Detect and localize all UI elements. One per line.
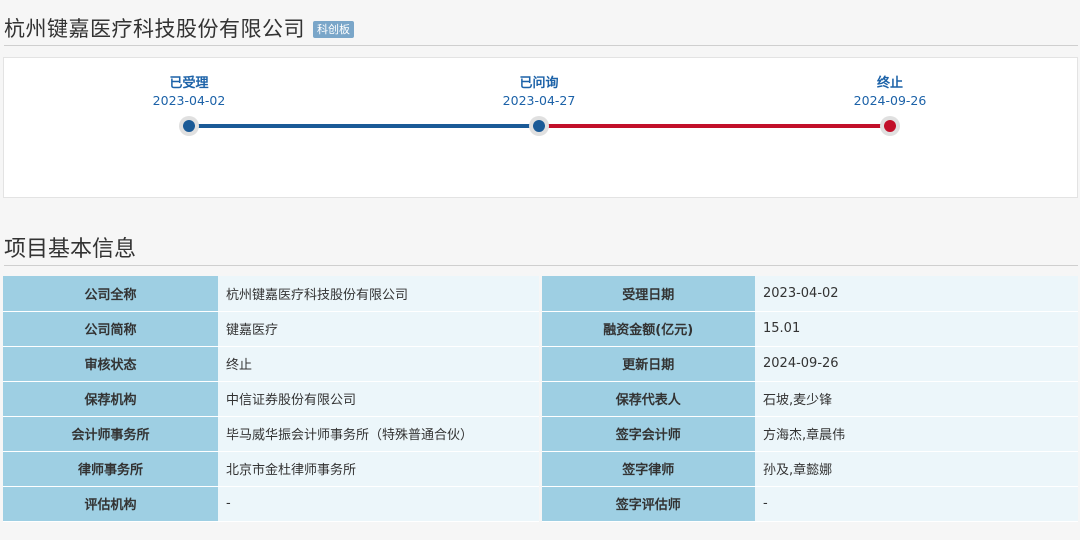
label-cell: 审核状态 [3, 346, 218, 382]
label-cell: 评估机构 [3, 486, 218, 522]
value-cell: 15.01 [755, 311, 1078, 347]
page: 杭州键嘉医疗科技股份有限公司 科创板 已受理 2023-04-02 已问询 20… [0, 0, 1080, 540]
table-row: 公司全称 杭州键嘉医疗科技股份有限公司 受理日期 2023-04-02 [3, 276, 1078, 312]
value-cell: - [218, 486, 542, 522]
table-row: 律师事务所 北京市金杜律师事务所 签字律师 孙及,章懿娜 [3, 451, 1078, 487]
table-row: 公司简称 键嘉医疗 融资金额(亿元) 15.01 [3, 311, 1078, 347]
label-cell: 会计师事务所 [3, 416, 218, 452]
title-row: 杭州键嘉医疗科技股份有限公司 科创板 [4, 10, 1078, 46]
timeline-track-completed [190, 124, 540, 128]
timeline-step-terminated: 终止 2024-09-26 [820, 75, 960, 109]
step-name: 已受理 [169, 76, 209, 91]
timeline-step-inquired: 已问询 2023-04-27 [469, 75, 609, 109]
label-cell: 公司简称 [3, 311, 218, 347]
table-row: 保荐机构 中信证券股份有限公司 保荐代表人 石坡,麦少锋 [3, 381, 1078, 417]
value-cell: 终止 [218, 346, 542, 382]
label-cell: 签字评估师 [540, 486, 755, 522]
step-date: 2023-04-27 [502, 93, 576, 108]
value-cell: 石坡,麦少锋 [755, 381, 1078, 417]
value-cell: 方海杰,章晨伟 [755, 416, 1078, 452]
label-cell: 签字律师 [540, 451, 755, 487]
section-title: 项目基本信息 [4, 236, 137, 262]
section-header: 项目基本信息 [4, 228, 1078, 266]
timeline-track-terminated [540, 124, 891, 128]
label-cell: 融资金额(亿元) [540, 311, 755, 347]
step-date: 2023-04-02 [152, 93, 226, 108]
value-cell: 2024-09-26 [755, 346, 1078, 382]
value-cell: - [755, 486, 1078, 522]
label-cell: 更新日期 [540, 346, 755, 382]
table-row: 审核状态 终止 更新日期 2024-09-26 [3, 346, 1078, 382]
timeline-node-accepted [179, 116, 199, 136]
board-badge: 科创板 [313, 20, 354, 38]
step-name: 终止 [876, 76, 903, 91]
label-cell: 公司全称 [3, 276, 218, 312]
label-cell: 保荐机构 [3, 381, 218, 417]
value-cell: 孙及,章懿娜 [755, 451, 1078, 487]
table-row: 会计师事务所 毕马威华振会计师事务所（特殊普通合伙） 签字会计师 方海杰,章晨伟 [3, 416, 1078, 452]
table-row: 评估机构 - 签字评估师 - [3, 486, 1078, 522]
value-cell: 北京市金杜律师事务所 [218, 451, 542, 487]
value-cell: 中信证券股份有限公司 [218, 381, 542, 417]
timeline-node-inquired [529, 116, 549, 136]
timeline-step-accepted: 已受理 2023-04-02 [119, 75, 259, 109]
label-cell: 受理日期 [540, 276, 755, 312]
progress-timeline: 已受理 2023-04-02 已问询 2023-04-27 终止 2024-09… [3, 57, 1078, 198]
label-cell: 签字会计师 [540, 416, 755, 452]
step-name: 已问询 [519, 76, 559, 91]
label-cell: 律师事务所 [3, 451, 218, 487]
value-cell: 2023-04-02 [755, 276, 1078, 312]
label-cell: 保荐代表人 [540, 381, 755, 417]
step-date: 2024-09-26 [853, 93, 927, 108]
timeline-node-terminated [880, 116, 900, 136]
value-cell: 杭州键嘉医疗科技股份有限公司 [218, 276, 542, 312]
value-cell: 毕马威华振会计师事务所（特殊普通合伙） [218, 416, 542, 452]
value-cell: 键嘉医疗 [218, 311, 542, 347]
company-title: 杭州键嘉医疗科技股份有限公司 [4, 16, 305, 41]
project-info-table: 公司全称 杭州键嘉医疗科技股份有限公司 受理日期 2023-04-02 公司简称… [3, 276, 1078, 522]
